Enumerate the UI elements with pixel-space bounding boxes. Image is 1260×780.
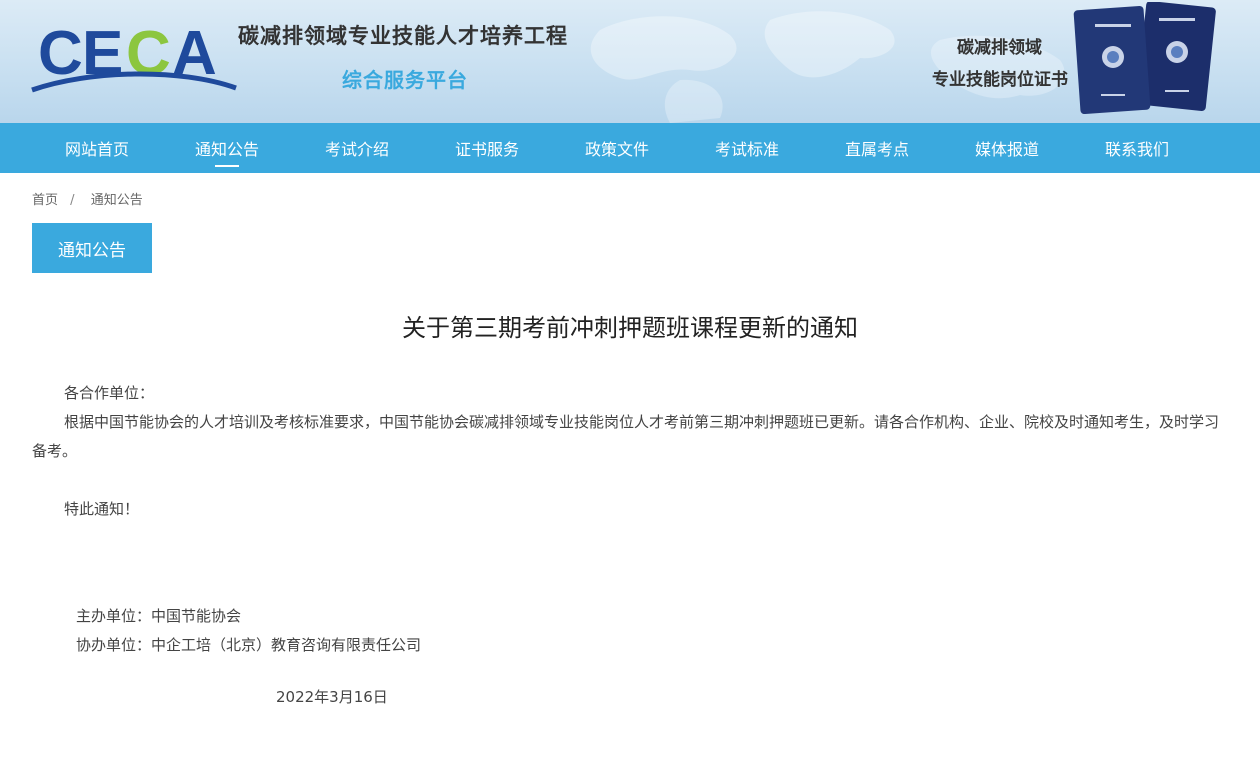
article-organizers: 主办单位：中国节能协会 协办单位：中企工培（北京）教育咨询有限责任公司 — [76, 602, 1260, 660]
nav-item-exam-intro[interactable]: 考试介绍 — [292, 123, 422, 173]
site-title: 碳减排领域专业技能人才培养工程 — [238, 24, 568, 48]
section-tab-notices[interactable]: 通知公告 — [32, 223, 152, 273]
nav-item-exam-centers[interactable]: 直属考点 — [812, 123, 942, 173]
breadcrumb-separator: / — [70, 193, 75, 208]
site-subtitle: 综合服务平台 — [342, 68, 468, 92]
certificate-caption: 碳减排领域 专业技能岗位证书 — [932, 32, 1068, 96]
article-body: 各合作单位： 根据中国节能协会的人才培训及考核标准要求，中国节能协会碳减排领域专… — [32, 379, 1228, 524]
host-organization: 主办单位：中国节能协会 — [76, 607, 242, 625]
certificate-books-image — [1073, 2, 1216, 114]
certificate-caption-line1: 碳减排领域 — [957, 38, 1042, 58]
breadcrumb-home-link[interactable]: 首页 — [32, 193, 58, 208]
nav-item-policy-documents[interactable]: 政策文件 — [552, 123, 682, 173]
article-closing: 特此通知！ — [64, 500, 140, 518]
nav-item-exam-standards[interactable]: 考试标准 — [682, 123, 812, 173]
main-nav: 网站首页 通知公告 考试介绍 证书服务 政策文件 考试标准 直属考点 媒体报道 … — [0, 123, 1260, 173]
breadcrumb-current[interactable]: 通知公告 — [91, 193, 143, 208]
certificate-caption-line2: 专业技能岗位证书 — [932, 70, 1068, 90]
nav-item-certificate-service[interactable]: 证书服务 — [422, 123, 552, 173]
nav-item-notices[interactable]: 通知公告 — [162, 123, 292, 173]
ceca-logo: C E C A — [31, 19, 237, 93]
site-header: C E C A 碳减排领域专业技能人才培养工程 综合服务平台 碳减排领域 专业技… — [0, 0, 1260, 123]
nav-item-contact-us[interactable]: 联系我们 — [1072, 123, 1202, 173]
co-organization: 协办单位：中企工培（北京）教育咨询有限责任公司 — [76, 636, 422, 654]
article-salutation: 各合作单位： — [64, 384, 155, 402]
nav-item-media-reports[interactable]: 媒体报道 — [942, 123, 1072, 173]
article-title: 关于第三期考前冲刺押题班课程更新的通知 — [402, 314, 858, 342]
nav-item-home[interactable]: 网站首页 — [32, 123, 162, 173]
article-date: 2022年3月16日 — [276, 688, 388, 706]
svg-text:C: C — [126, 19, 171, 88]
article-paragraph: 根据中国节能协会的人才培训及考核标准要求，中国节能协会碳减排领域专业技能岗位人才… — [32, 413, 1220, 460]
breadcrumb: 首页 / 通知公告 — [32, 189, 1260, 208]
